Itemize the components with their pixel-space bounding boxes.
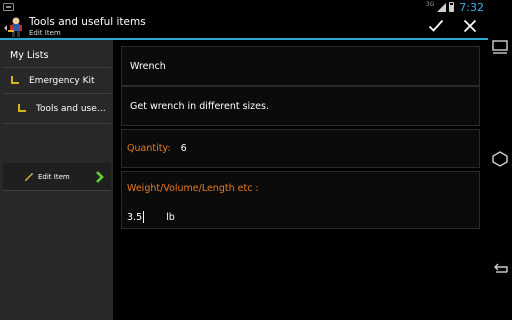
clock: 7:32 (459, 0, 484, 14)
back-icon[interactable] (490, 259, 510, 279)
navigation-bar (488, 0, 512, 320)
chevron-right-icon (96, 171, 104, 183)
sidebar-item-label: Tools and useful items (36, 103, 108, 114)
signal-icon (437, 2, 447, 12)
sidebar-item-edit-item[interactable]: Edit Item (3, 163, 111, 191)
text-cursor (143, 211, 145, 223)
home-icon[interactable] (490, 148, 510, 168)
measure-field[interactable]: 3.5 (127, 212, 142, 223)
notification-icon (3, 3, 14, 11)
close-icon (463, 19, 477, 33)
item-description-field[interactable]: Get wrench in different sizes. (121, 86, 480, 126)
sidebar-item-label: Emergency Kit (29, 75, 95, 86)
recent-apps-icon[interactable] (490, 37, 510, 57)
item-name-value: Wrench (130, 60, 166, 72)
status-bar: 3G 7:32 (0, 0, 488, 14)
sidebar-item-tools[interactable]: Tools and useful items (3, 94, 111, 124)
close-button[interactable] (455, 14, 485, 38)
confirm-button[interactable] (421, 14, 451, 38)
sidebar-item-emergency-kit[interactable]: Emergency Kit (3, 68, 111, 94)
item-description-value: Get wrench in different sizes. (130, 100, 269, 112)
quantity-field[interactable]: 6 (181, 143, 187, 154)
folder-corner-icon (16, 103, 28, 115)
checkmark-icon (428, 19, 444, 32)
screen-subtitle: Edit Item (29, 28, 61, 37)
sidebar-item-label: My Lists (10, 49, 49, 61)
app-icon[interactable] (2, 16, 26, 38)
measure-row: 3.5 lb (127, 211, 175, 223)
edit-item-form: Wrench Get wrench in different sizes. Qu… (113, 40, 488, 320)
battery-icon (449, 2, 455, 12)
sidebar-item-my-lists[interactable]: My Lists (3, 43, 111, 68)
measure-section: Weight/Volume/Length etc : 3.5 lb (121, 171, 480, 229)
sidebar-item-label: Edit Item (38, 172, 70, 181)
folder-corner-icon (9, 75, 21, 87)
measure-label: Weight/Volume/Length etc : (127, 183, 259, 194)
measure-unit-selector[interactable]: lb (166, 212, 175, 223)
status-icons: 3G 7:32 (426, 0, 484, 14)
network-type: 3G (425, 1, 435, 8)
quantity-row: Quantity: 6 (121, 129, 480, 168)
action-bar: Tools and useful items Edit Item (0, 14, 488, 38)
item-name-field[interactable]: Wrench (121, 46, 480, 86)
pencil-icon (25, 172, 33, 181)
app-title: Tools and useful items (29, 16, 146, 28)
sidebar: My Lists Emergency Kit Tools and useful … (0, 40, 113, 320)
quantity-label: Quantity: (127, 143, 171, 154)
